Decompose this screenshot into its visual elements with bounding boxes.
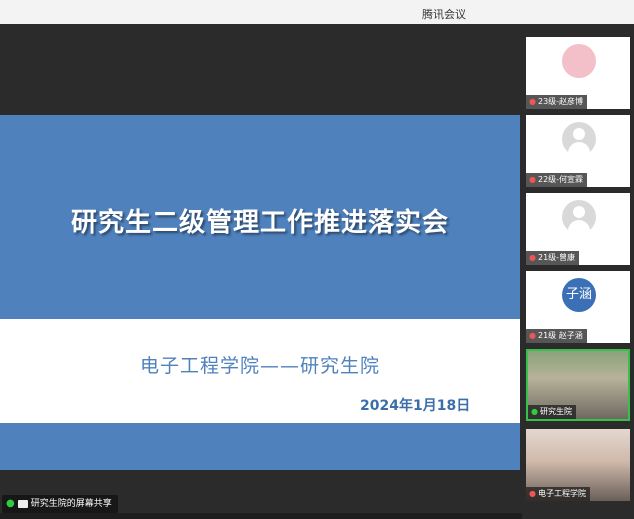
participant-label: ● 21级 赵子涵 — [526, 329, 587, 343]
participant-name: 22级-何宣霖 — [537, 175, 584, 184]
participant-name: 21级 赵子涵 — [537, 331, 583, 340]
screen-share-icon — [17, 500, 28, 508]
microphone-muted-icon: ● — [529, 331, 536, 340]
participant-label: ● 研究生院 — [528, 405, 576, 419]
participant-label: ● 22级-何宣霖 — [526, 173, 588, 187]
slide-subtitle: 电子工程学院——研究生院 — [139, 355, 380, 377]
microphone-muted-icon: ● — [529, 175, 536, 184]
participant-label: ● 23级-赵彦博 — [526, 95, 588, 109]
microphone-muted-icon: ● — [529, 253, 536, 262]
bottom-strip — [0, 513, 522, 519]
slide-footer-band — [0, 423, 520, 470]
participant-name: 21级-曾康 — [537, 253, 576, 262]
participant-tile[interactable]: ● 21级-曾康 — [526, 193, 630, 265]
participant-tile[interactable]: ● 22级-何宣霖 — [526, 115, 630, 187]
shared-screen-area[interactable]: 研究生二级管理工作推进落实会 电子工程学院——研究生院 2024年1月18日 — [0, 24, 522, 519]
avatar: 子涵 — [562, 278, 596, 312]
slide-title: 研究生二级管理工作推进落实会 — [70, 208, 449, 238]
microphone-icon: ● — [6, 498, 15, 509]
participant-tile[interactable]: 子涵 ● 21级 赵子涵 — [526, 271, 630, 343]
participant-label: ● 21级-曾康 — [526, 251, 580, 265]
avatar — [562, 122, 596, 156]
microphone-icon: ● — [531, 407, 538, 416]
microphone-muted-icon: ● — [529, 97, 536, 106]
participant-name: 研究生院 — [539, 407, 572, 416]
app-title: 腾讯会议 — [422, 8, 466, 21]
participant-tile[interactable]: ● 23级-赵彦博 — [526, 37, 630, 109]
participant-sidebar: ● 23级-赵彦博 ● 22级-何宣霖 ● 21级-曾康 子涵 ● 21级 赵子涵 ● 研… — [522, 24, 634, 519]
avatar — [562, 44, 596, 78]
screen-share-text: 研究生院的屏幕共享 — [30, 499, 112, 509]
participant-video-tile[interactable]: ● 研究生院 — [526, 349, 630, 421]
participant-name: 23级-赵彦博 — [537, 97, 584, 106]
presentation-slide: 研究生二级管理工作推进落实会 电子工程学院——研究生院 2024年1月18日 — [0, 115, 520, 470]
participant-name: 电子工程学院 — [537, 489, 586, 498]
title-bar: 腾讯会议 — [0, 0, 634, 24]
microphone-muted-icon: ● — [529, 489, 536, 498]
slide-date: 2024年1月18日 — [360, 398, 471, 414]
avatar — [562, 200, 596, 234]
participant-video-tile[interactable]: ● 电子工程学院 — [526, 429, 630, 501]
screen-share-label: ● 研究生院的屏幕共享 — [2, 495, 118, 513]
participant-label: ● 电子工程学院 — [526, 487, 590, 501]
